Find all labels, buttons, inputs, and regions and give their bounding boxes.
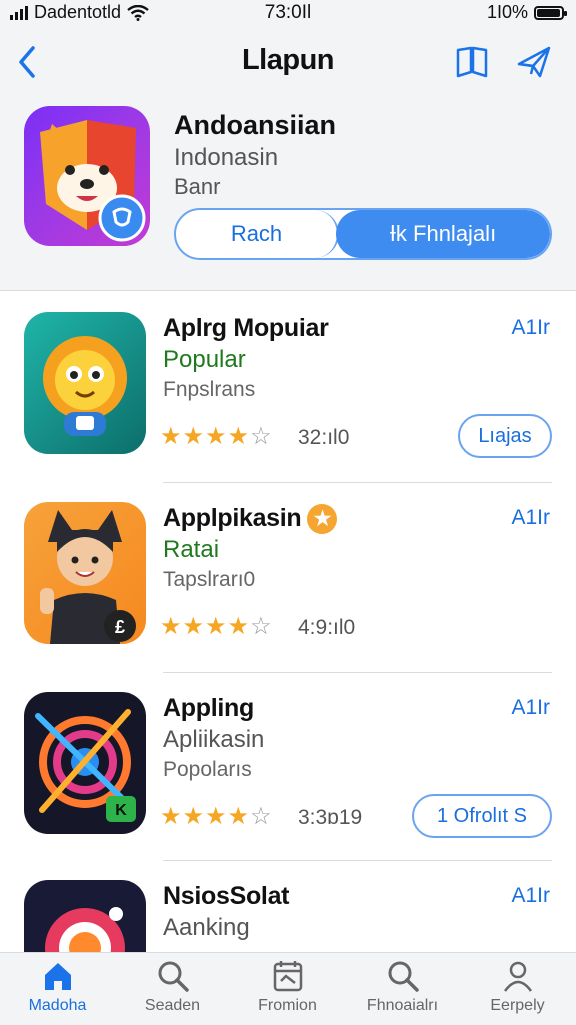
app-price[interactable]: A1Ir	[511, 696, 550, 720]
status-bar: Dadentotld 73:0Il 1I0%	[0, 0, 576, 28]
app-category: Aanking	[163, 914, 250, 941]
star-icon: ☆	[250, 613, 273, 640]
character-icon: £	[40, 510, 136, 644]
app-row[interactable]: NsiosSolat Aanking A1Ir	[0, 860, 576, 952]
star-icon: ★	[160, 423, 183, 450]
tab-fhnoaialri[interactable]: Fhnoaialrı	[345, 959, 460, 1025]
star-rating-icon: ★★★★☆	[160, 802, 273, 831]
hero-app-icon[interactable]	[24, 106, 150, 246]
battery-fill	[537, 8, 560, 17]
star-icon: ★	[227, 803, 251, 830]
app-row[interactable]: Aplrg Mopuiar Popular Fnpslrans ★★★★☆ 32…	[0, 292, 576, 482]
app-row[interactable]: £ Applpikasin ★ Ratai Tapslrarı0 ★★★★☆ 4:…	[0, 482, 576, 672]
svg-text:£: £	[115, 617, 125, 637]
book-icon[interactable]	[454, 42, 490, 82]
app-subtitle: Tapslrarı0	[163, 568, 256, 591]
app-category: Ratai	[163, 536, 220, 563]
app-name: Appling	[163, 694, 254, 722]
app-icon	[24, 880, 146, 952]
star-icon: ★	[160, 613, 183, 640]
tab-fromion[interactable]: Fromion	[230, 959, 345, 1025]
app-name: Applpikasin ★	[163, 504, 338, 535]
star-icon: ★	[205, 423, 228, 450]
tab-label: Eerpely	[490, 997, 545, 1014]
tab-label: Seaden	[144, 997, 201, 1014]
battery-icon	[534, 5, 567, 20]
header: Llapun Andoansiian Indonasin Banr Rach Ɨ…	[0, 28, 576, 291]
star-icon: ☆	[250, 423, 273, 450]
star-rating-icon: ★★★★☆	[160, 612, 273, 641]
star-icon: ☆	[250, 803, 273, 830]
search-icon	[388, 961, 419, 992]
rating-count: 3:3ɒ19	[298, 806, 363, 829]
star-icon: ★	[227, 613, 251, 640]
get-button[interactable]: 1 Ofrolıt S	[412, 794, 552, 838]
person-icon	[503, 961, 532, 992]
tab-label: Fromion	[258, 997, 317, 1014]
star-icon: ★	[205, 613, 228, 640]
send-icon[interactable]	[516, 42, 552, 82]
lion-icon	[43, 336, 127, 436]
star-icon: ★	[182, 423, 206, 450]
app-subtitle: Popolarıs	[163, 758, 252, 781]
hero-app-subtitle: Indonasin	[174, 144, 279, 171]
house-icon	[44, 963, 71, 990]
app-category: Apliikasin	[163, 726, 265, 753]
get-button[interactable]: Lıajas	[458, 414, 552, 458]
app-icon	[24, 312, 146, 454]
calendar-icon	[273, 961, 302, 992]
fox-icon	[40, 120, 146, 242]
app-price[interactable]: A1Ir	[511, 506, 550, 530]
segment-control: Rach Ɨk Fhnlajalı	[174, 208, 552, 260]
app-category: Popular	[163, 346, 246, 373]
segment-right-button[interactable]: Ɨk Fhnlajalı	[336, 210, 550, 258]
rating-count: 4:9:ıl0	[298, 616, 356, 639]
star-rating-icon: ★★★★☆	[160, 422, 273, 451]
app-icon: K	[24, 692, 146, 834]
star-icon: ★	[182, 803, 206, 830]
tab-label: Fhnoaialrı	[366, 997, 439, 1014]
search-icon	[158, 961, 189, 992]
app-subtitle: Fnpslrans	[163, 378, 256, 401]
svg-text:K: K	[115, 802, 127, 819]
hero-app-tagline: Banr	[174, 174, 221, 199]
rating-count: 32:ıl0	[298, 426, 350, 449]
app-row[interactable]: K Appling Apliikasin Popolarıs ★★★★☆ 3:3…	[0, 672, 576, 862]
star-icon: ★	[182, 613, 206, 640]
tab-seaden[interactable]: Seaden	[115, 959, 230, 1025]
star-icon: ★	[160, 803, 183, 830]
tab-bar: Madoha Seaden Fromion Fhnoaialrı Eerpely	[0, 952, 576, 1025]
star-icon: ★	[227, 423, 251, 450]
tab-madoha[interactable]: Madoha	[0, 959, 115, 1025]
star-badge-icon: ★	[307, 504, 338, 535]
battery-area: 1I0%	[486, 2, 567, 23]
app-name: Aplrg Mopuiar	[163, 314, 329, 342]
app-name-text: Applpikasin	[163, 504, 302, 532]
app-icon: £	[24, 502, 146, 644]
battery-percent: 1I0%	[486, 2, 528, 22]
app-name: NsiosSolat	[163, 882, 290, 910]
target-icon: K	[35, 709, 136, 822]
app-price[interactable]: A1Ir	[511, 316, 550, 340]
app-price[interactable]: A1Ir	[511, 884, 550, 908]
camera-ring-icon	[45, 907, 125, 952]
star-icon: ★	[205, 803, 228, 830]
hero-app-name: Andoansiian	[174, 110, 337, 140]
tab-label: Madoha	[28, 997, 87, 1014]
tab-eerpely[interactable]: Eerpely	[460, 959, 575, 1025]
segment-left-button[interactable]: Rach	[176, 210, 339, 258]
